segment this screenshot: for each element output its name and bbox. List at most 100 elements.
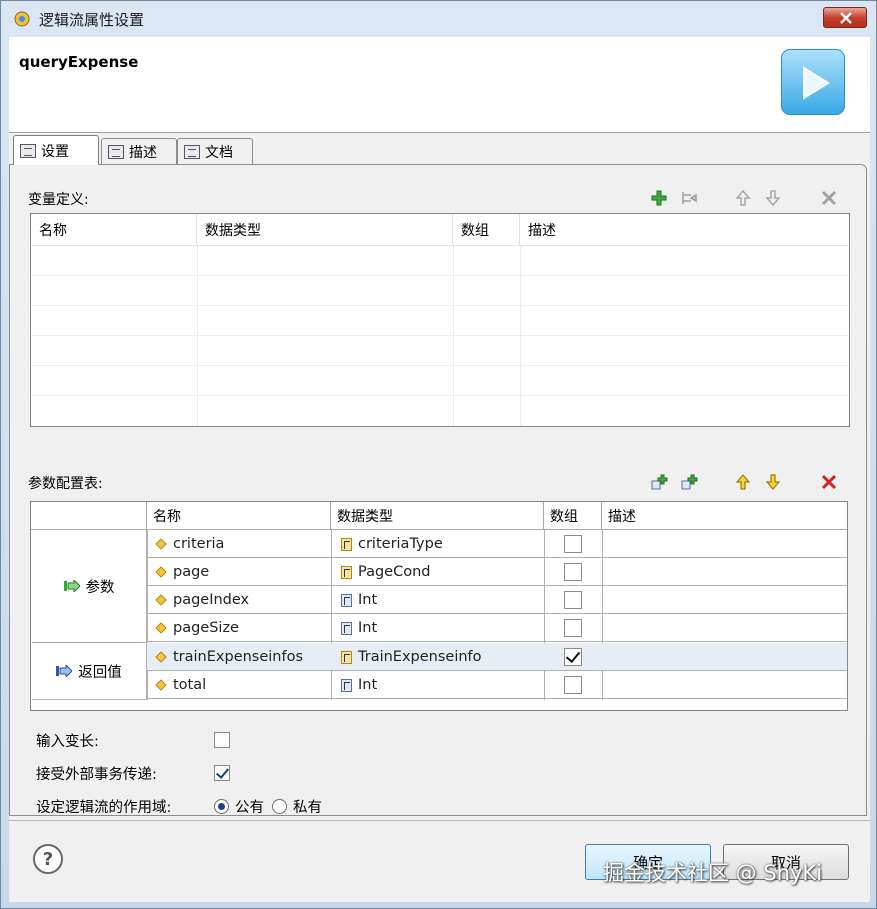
delete-icon[interactable] bbox=[820, 189, 838, 207]
primitive-type-icon bbox=[341, 621, 352, 635]
complex-type-icon bbox=[341, 650, 352, 664]
array-checkbox[interactable] bbox=[564, 676, 582, 694]
param-name-cell: page bbox=[147, 558, 331, 586]
param-type-cell[interactable]: Int bbox=[331, 586, 544, 614]
move-up-icon[interactable] bbox=[734, 473, 752, 491]
variable-length-label: 输入变长: bbox=[36, 733, 99, 750]
table-row-selected[interactable]: trainExpenseinfos TrainExpenseinfo bbox=[147, 643, 847, 671]
complex-type-icon bbox=[341, 565, 352, 579]
array-checkbox[interactable] bbox=[564, 648, 582, 666]
array-checkbox[interactable] bbox=[564, 535, 582, 553]
array-checkbox[interactable] bbox=[564, 563, 582, 581]
group-return[interactable]: 返回值 bbox=[32, 643, 147, 700]
param-name-cell: trainExpenseinfos bbox=[147, 643, 331, 671]
group-label: 返回值 bbox=[78, 664, 122, 681]
complex-type-icon bbox=[341, 537, 352, 551]
table-row bbox=[31, 336, 849, 366]
output-arrow-icon bbox=[56, 665, 73, 677]
accept-transaction-checkbox[interactable] bbox=[214, 765, 230, 781]
title-bar[interactable]: 逻辑流属性设置 bbox=[1, 1, 876, 37]
param-icon bbox=[155, 594, 167, 606]
param-icon bbox=[155, 538, 167, 550]
move-up-icon[interactable] bbox=[734, 189, 752, 207]
param-type-cell[interactable]: criteriaType bbox=[331, 530, 544, 558]
variables-label: 变量定义: bbox=[28, 192, 89, 208]
add-sibling-icon[interactable] bbox=[680, 473, 698, 491]
close-button[interactable] bbox=[823, 7, 867, 28]
move-down-icon[interactable] bbox=[764, 473, 782, 491]
description-tab-icon bbox=[108, 145, 124, 159]
help-button[interactable]: ? bbox=[33, 844, 63, 874]
document-tab-icon bbox=[184, 145, 200, 159]
tab-label: 设置 bbox=[41, 143, 69, 160]
tab-settings[interactable]: 设置 bbox=[13, 135, 99, 165]
column-header bbox=[31, 502, 147, 530]
param-type-cell[interactable]: TrainExpenseinfo bbox=[331, 643, 544, 671]
column-header[interactable]: 描述 bbox=[520, 214, 849, 245]
table-row[interactable]: pageIndex Int bbox=[147, 586, 847, 614]
scope-label: 设定逻辑流的作用域: bbox=[36, 799, 172, 816]
table-row[interactable]: pageSize Int bbox=[147, 614, 847, 642]
table-row bbox=[31, 246, 849, 276]
public-radio-label[interactable]: 公有 bbox=[235, 796, 264, 817]
settings-panel: 变量定义: 名称 数据类型 数组 描述 参数配置表: 名称 数据类型 数组 描述… bbox=[9, 164, 867, 816]
variable-length-row: 输入变长: bbox=[36, 730, 276, 750]
table-row bbox=[31, 366, 849, 396]
param-name-cell: criteria bbox=[147, 530, 331, 558]
add-icon[interactable] bbox=[650, 189, 668, 207]
table-row[interactable]: total Int bbox=[147, 671, 847, 699]
dialog-window: 逻辑流属性设置 queryExpense 设置 描述 文档 变量定义: 名称 数… bbox=[0, 0, 877, 909]
tab-document[interactable]: 文档 bbox=[177, 138, 253, 165]
array-cell bbox=[544, 530, 602, 558]
primitive-type-icon bbox=[341, 678, 352, 692]
header-area: queryExpense bbox=[9, 37, 870, 133]
move-down-icon[interactable] bbox=[764, 189, 782, 207]
primitive-type-icon bbox=[341, 593, 352, 607]
column-header[interactable]: 数组 bbox=[544, 502, 602, 530]
column-header[interactable]: 数据类型 bbox=[331, 502, 544, 530]
play-icon bbox=[781, 49, 845, 115]
param-icon bbox=[155, 679, 167, 691]
flow-name: queryExpense bbox=[19, 53, 139, 71]
variables-table-header: 名称 数据类型 数组 描述 bbox=[31, 214, 849, 246]
table-row bbox=[31, 306, 849, 336]
public-radio[interactable] bbox=[214, 798, 229, 814]
group-params[interactable]: 参数 bbox=[32, 530, 147, 643]
array-checkbox[interactable] bbox=[564, 591, 582, 609]
delete-icon[interactable] bbox=[820, 473, 838, 491]
column-header[interactable]: 名称 bbox=[147, 502, 331, 530]
table-row bbox=[31, 276, 849, 306]
tab-label: 文档 bbox=[205, 145, 233, 161]
column-header[interactable]: 描述 bbox=[602, 502, 847, 530]
tab-description[interactable]: 描述 bbox=[101, 138, 177, 165]
footer-divider bbox=[9, 820, 870, 821]
column-header[interactable]: 数组 bbox=[453, 214, 520, 245]
window-title: 逻辑流属性设置 bbox=[39, 11, 145, 29]
variable-length-checkbox[interactable] bbox=[214, 732, 230, 748]
column-header[interactable]: 名称 bbox=[31, 214, 197, 245]
accept-transaction-row: 接受外部事务传递: bbox=[36, 763, 276, 783]
array-checkbox[interactable] bbox=[564, 619, 582, 637]
array-cell bbox=[544, 643, 602, 671]
column-header[interactable]: 数据类型 bbox=[197, 214, 453, 245]
param-icon bbox=[155, 566, 167, 578]
app-icon bbox=[14, 11, 30, 27]
table-row[interactable]: criteria criteriaType bbox=[147, 530, 847, 558]
param-name-cell: pageSize bbox=[147, 614, 331, 642]
variables-table[interactable]: 名称 数据类型 数组 描述 bbox=[30, 213, 850, 427]
tab-label: 描述 bbox=[129, 145, 157, 161]
private-radio[interactable] bbox=[272, 798, 287, 814]
params-table[interactable]: 名称 数据类型 数组 描述 参数 返回值 criteria criteriaTy… bbox=[30, 501, 848, 711]
private-radio-label[interactable]: 私有 bbox=[293, 796, 322, 817]
param-type-cell[interactable]: Int bbox=[331, 671, 544, 699]
input-arrow-icon bbox=[63, 580, 80, 592]
close-icon bbox=[840, 12, 852, 24]
dialog-client: queryExpense 设置 描述 文档 变量定义: 名称 数据类型 数组 描… bbox=[9, 37, 870, 902]
table-row[interactable]: page PageCond bbox=[147, 558, 847, 586]
insert-icon[interactable] bbox=[680, 189, 698, 207]
add-child-icon[interactable] bbox=[650, 473, 668, 491]
array-cell bbox=[544, 614, 602, 642]
param-type-cell[interactable]: Int bbox=[331, 614, 544, 642]
param-type-cell[interactable]: PageCond bbox=[331, 558, 544, 586]
scope-row: 设定逻辑流的作用域: 公有 私有 bbox=[36, 796, 322, 816]
